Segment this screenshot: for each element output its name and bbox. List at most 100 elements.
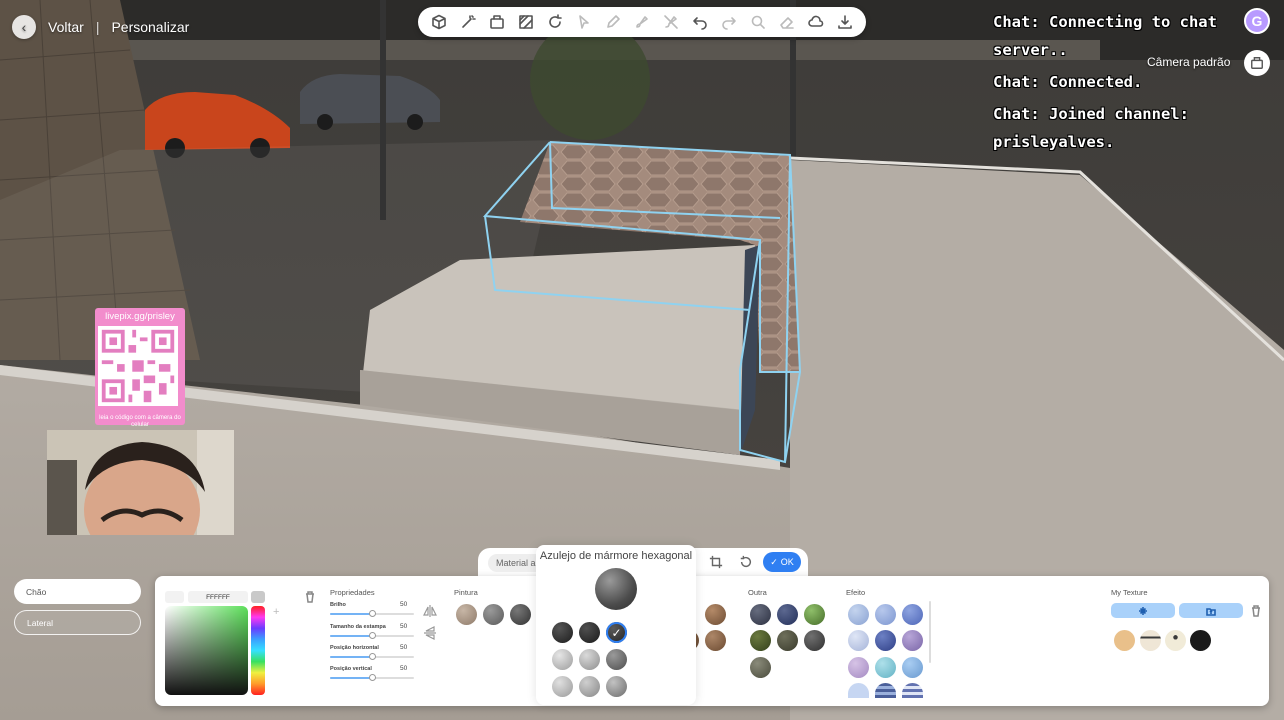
customize-label[interactable]: Personalizar [111,19,189,35]
variant-swatch[interactable] [579,622,600,643]
material-swatch[interactable] [777,630,798,651]
material-swatch[interactable] [750,604,771,625]
color-saturation-picker[interactable] [165,606,248,695]
material-swatch[interactable] [902,657,923,678]
material-swatch[interactable] [750,657,771,678]
slider-thumb[interactable] [369,610,376,617]
material-swatch[interactable] [875,657,896,678]
upload-texture-button[interactable] [1179,603,1243,618]
avatar[interactable]: G [1244,8,1270,34]
slider-thumb[interactable] [369,653,376,660]
hatch-pattern-icon[interactable] [515,11,537,33]
plus-icon[interactable]: + [273,606,279,618]
variant-swatch[interactable] [606,676,627,697]
ok-label: OK [780,557,794,567]
material-swatch[interactable] [875,683,896,698]
texture-swatch[interactable] [1190,630,1211,651]
qr-code [98,326,178,406]
back-label[interactable]: Voltar [48,19,84,35]
reset-icon[interactable] [738,554,754,570]
pen-icon[interactable] [602,11,624,33]
check-icon: ✓ [770,556,778,567]
camera-icon [1251,57,1263,69]
section-efeito: Efeito [846,588,866,597]
prop-value-brightness: 50 [400,601,408,608]
variant-swatch[interactable] [552,622,573,643]
eraser-icon[interactable] [776,11,798,33]
slider-thumb[interactable] [369,674,376,681]
slider-fill [330,635,373,637]
material-swatch[interactable] [804,604,825,625]
eyedropper-chip[interactable] [251,591,265,603]
camera-button[interactable] [1244,50,1270,76]
paint-erase-icon[interactable] [660,11,682,33]
ai-texture-button[interactable] [1111,603,1175,618]
back-button[interactable]: ‹ [12,15,36,39]
material-swatch[interactable] [848,683,869,698]
texture-swatch[interactable] [1140,630,1161,651]
cloud-icon[interactable] [805,11,827,33]
texture-swatch[interactable] [1165,630,1186,651]
material-swatch[interactable] [705,604,726,625]
undo-icon[interactable] [689,11,711,33]
material-swatch[interactable] [705,630,726,651]
slider-thumb[interactable] [369,632,376,639]
material-swatch[interactable] [848,657,869,678]
mirror-vertical-icon[interactable] [423,626,437,640]
variant-swatch[interactable] [579,649,600,670]
material-swatch[interactable] [875,604,896,625]
section-my-texture: My Texture [1111,588,1148,597]
paint-icon[interactable] [631,11,653,33]
magic-wand-icon[interactable] [457,11,479,33]
popup-title: Azulejo de mármore hexagonal [539,550,693,562]
cube-icon[interactable] [428,11,450,33]
crop-icon[interactable] [708,554,724,570]
face-tab-side[interactable]: Lateral [14,610,141,635]
material-swatch[interactable] [902,604,923,625]
webcam-feed [47,430,234,535]
rotate-icon[interactable] [544,11,566,33]
slider-vertical[interactable] [330,674,414,681]
material-swatch[interactable] [848,630,869,651]
material-swatch[interactable] [510,604,531,625]
prop-value-horizontal: 50 [400,644,408,651]
download-icon[interactable] [834,11,856,33]
material-swatch[interactable] [750,630,771,651]
material-swatch[interactable] [456,604,477,625]
texture-swatch[interactable] [1114,630,1135,651]
variant-swatch[interactable] [579,676,600,697]
variant-swatch[interactable] [552,649,573,670]
material-swatch[interactable] [483,604,504,625]
hue-slider[interactable] [251,606,265,695]
color-preview [165,591,184,603]
mirror-horizontal-icon[interactable] [423,604,437,618]
slider-pattern-size[interactable] [330,632,414,639]
slider-fill [330,677,373,679]
material-swatch[interactable] [777,604,798,625]
camera-fill-icon[interactable] [486,11,508,33]
slider-horizontal[interactable] [330,653,414,660]
nav-separator: | [95,19,100,35]
section-pintura: Pintura [454,588,478,597]
redo-icon[interactable] [718,11,740,33]
variant-swatch[interactable] [606,649,627,670]
zoom-icon[interactable] [747,11,769,33]
material-swatch[interactable] [875,630,896,651]
ok-button[interactable]: ✓ OK [763,552,801,572]
variant-swatch-selected[interactable] [606,622,627,643]
material-swatch[interactable] [848,604,869,625]
variant-swatch[interactable] [552,676,573,697]
material-swatch[interactable] [902,630,923,651]
material-swatch[interactable] [902,683,923,698]
hex-input[interactable]: FFFFFF [188,591,248,603]
material-swatch[interactable] [804,630,825,651]
pointer-icon[interactable] [573,11,595,33]
scrollbar[interactable] [929,601,931,663]
trash-icon[interactable] [305,590,317,604]
trash-icon[interactable] [1251,604,1263,618]
prop-label-pattern-size: Tamanho da estampa [330,624,386,630]
face-tab-floor[interactable]: Chão [14,579,141,604]
slider-brightness[interactable] [330,610,414,617]
top-nav: ‹ Voltar | Personalizar [12,12,189,42]
chevron-left-icon: ‹ [21,19,27,35]
